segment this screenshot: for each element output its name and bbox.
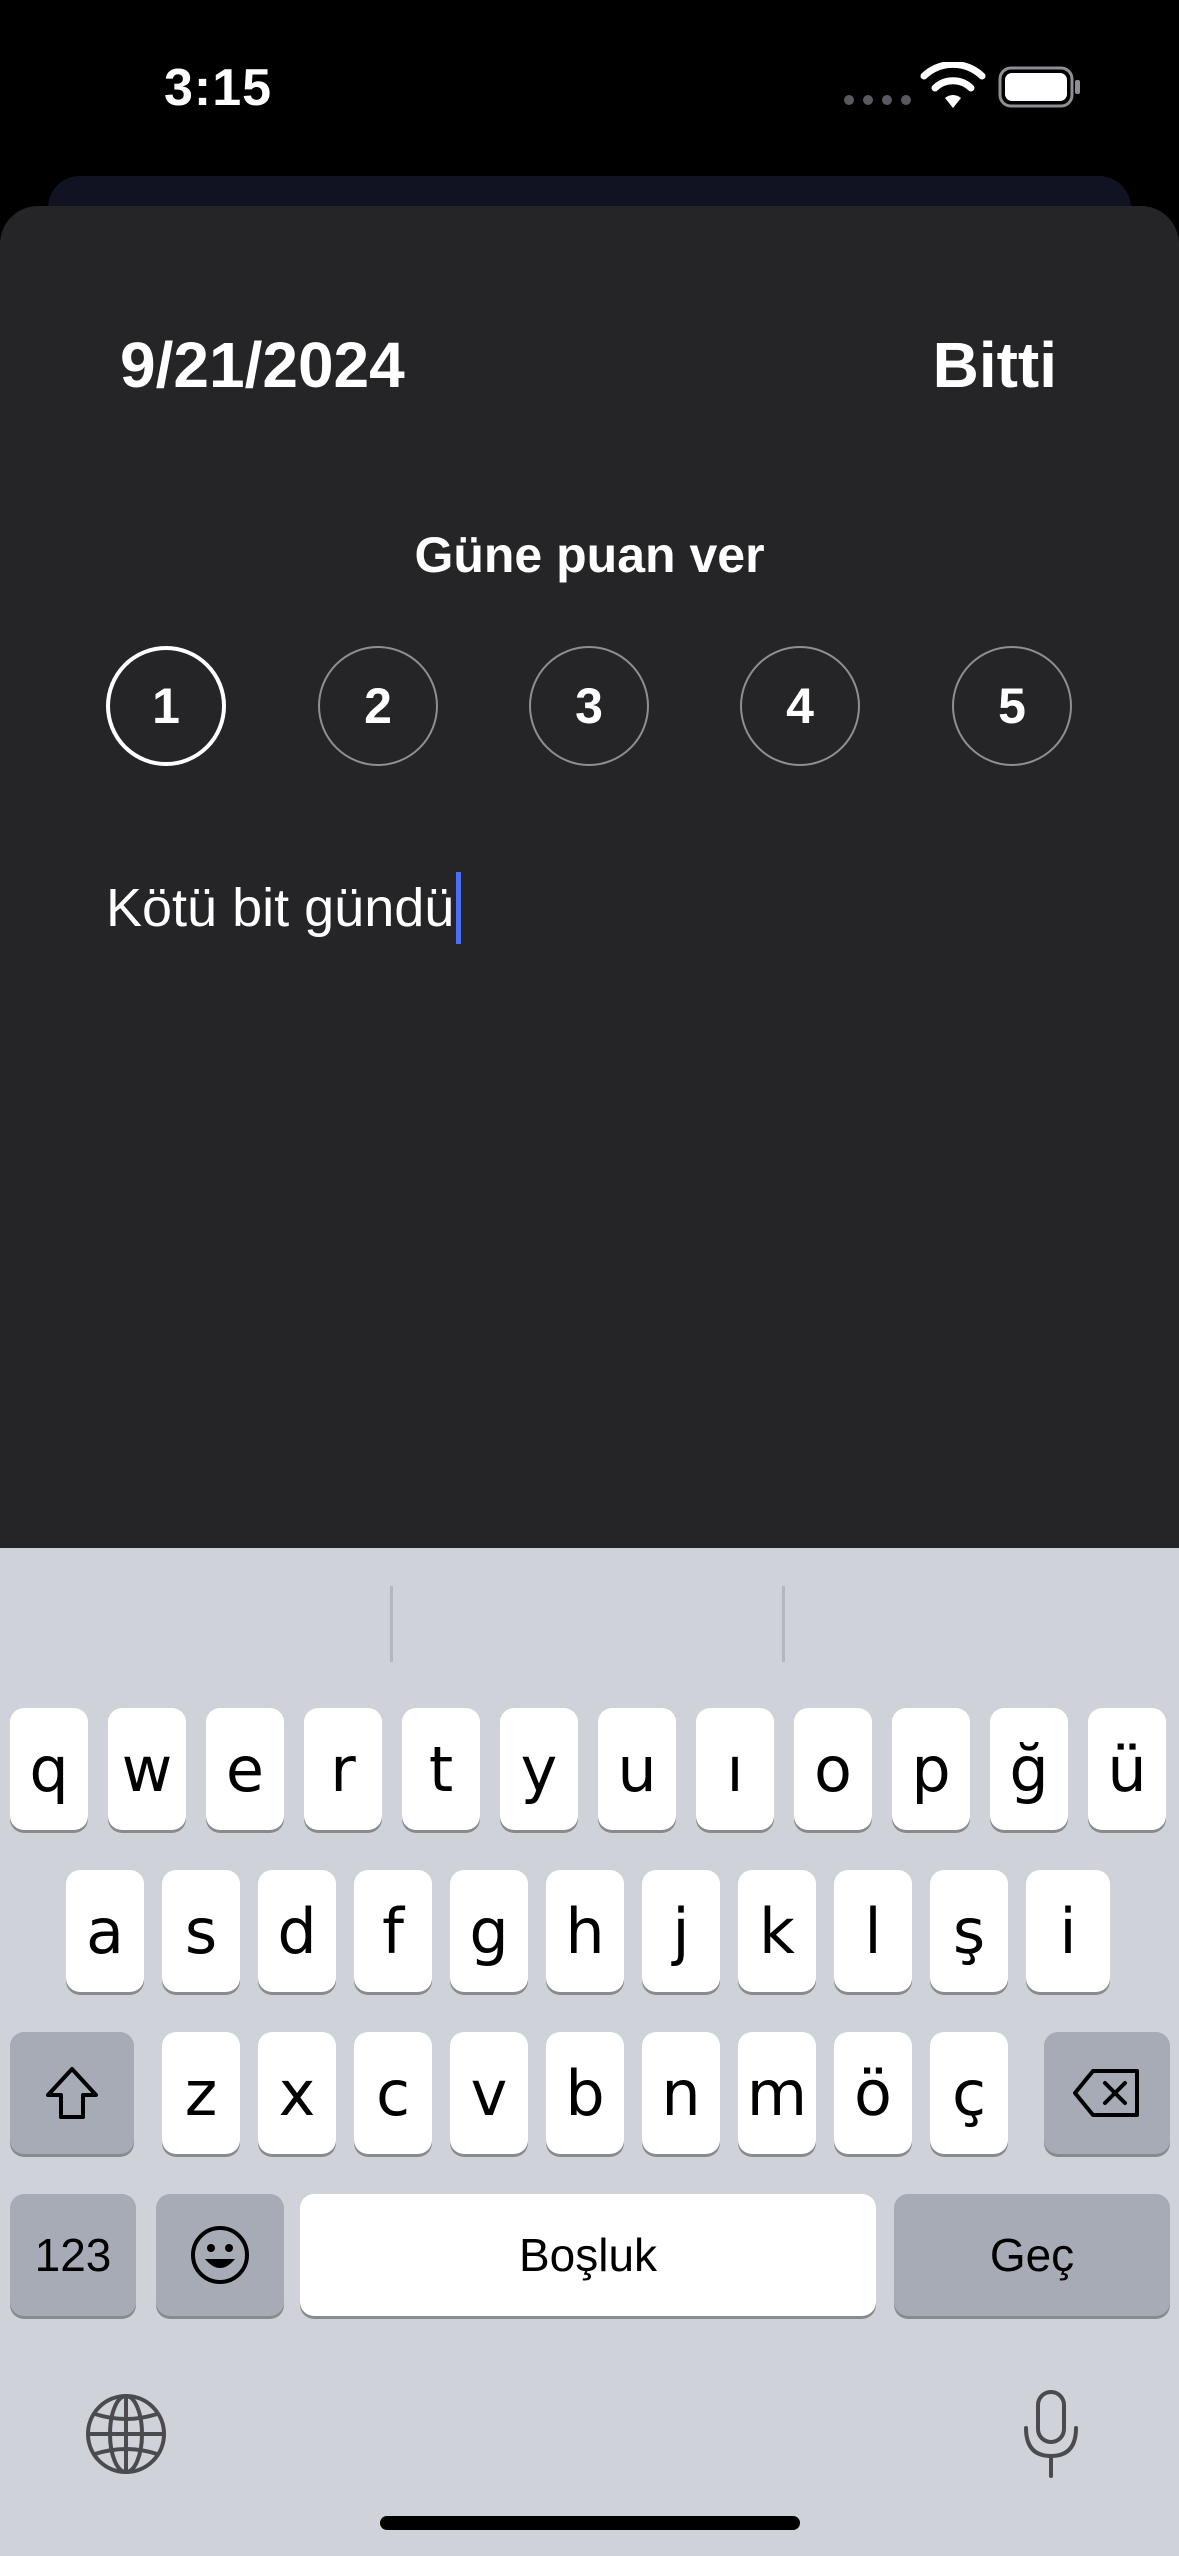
key-c-cedilla[interactable]: ç	[930, 2032, 1008, 2154]
backspace-icon	[1073, 2069, 1139, 2117]
key-g-breve[interactable]: ğ	[990, 1708, 1068, 1830]
rating-label: Güne puan ver	[414, 527, 765, 583]
text-caret	[456, 872, 462, 944]
key-k[interactable]: k	[738, 1870, 816, 1992]
key-w[interactable]: w	[108, 1708, 186, 1830]
key-i[interactable]: i	[1026, 1870, 1110, 1992]
done-button[interactable]: Bitti	[933, 328, 1057, 402]
cellular-signal-icon	[844, 95, 911, 105]
key-p[interactable]: p	[892, 1708, 970, 1830]
suggestion-divider	[782, 1586, 785, 1662]
shift-key[interactable]	[10, 2032, 134, 2154]
rating-option-4[interactable]: 4	[740, 646, 860, 766]
key-h[interactable]: h	[546, 1870, 624, 1992]
rating-option-5[interactable]: 5	[952, 646, 1072, 766]
return-key[interactable]: Geç	[894, 2194, 1170, 2316]
key-u-umlaut[interactable]: ü	[1088, 1708, 1166, 1830]
numbers-key[interactable]: 123	[10, 2194, 136, 2316]
wifi-icon	[920, 62, 986, 108]
key-q[interactable]: q	[10, 1708, 88, 1830]
shift-icon	[46, 2067, 98, 2119]
battery-icon	[998, 66, 1080, 108]
globe-icon[interactable]	[84, 2392, 168, 2476]
key-j[interactable]: j	[642, 1870, 720, 1992]
key-d[interactable]: d	[258, 1870, 336, 1992]
note-text-field[interactable]: Kötü bit gündü	[106, 872, 462, 944]
key-u[interactable]: u	[598, 1708, 676, 1830]
key-n[interactable]: n	[642, 2032, 720, 2154]
key-l[interactable]: l	[834, 1870, 912, 1992]
key-dotless-i[interactable]: ı	[696, 1708, 774, 1830]
rating-option-2[interactable]: 2	[318, 646, 438, 766]
status-time: 3:15	[164, 59, 273, 117]
key-a[interactable]: a	[66, 1870, 144, 1992]
emoji-icon	[191, 2226, 249, 2284]
rating-option-1[interactable]: 1	[106, 646, 226, 766]
key-c[interactable]: c	[354, 2032, 432, 2154]
key-r[interactable]: r	[304, 1708, 382, 1830]
microphone-icon[interactable]	[1016, 2388, 1086, 2480]
home-indicator	[380, 2516, 800, 2530]
key-z[interactable]: z	[162, 2032, 240, 2154]
key-f[interactable]: f	[354, 1870, 432, 1992]
key-t[interactable]: t	[402, 1708, 480, 1830]
key-b[interactable]: b	[546, 2032, 624, 2154]
suggestion-divider	[390, 1586, 393, 1662]
key-y[interactable]: y	[500, 1708, 578, 1830]
key-m[interactable]: m	[738, 2032, 816, 2154]
key-e[interactable]: e	[206, 1708, 284, 1830]
key-o-umlaut[interactable]: ö	[834, 2032, 912, 2154]
rating-option-3[interactable]: 3	[529, 646, 649, 766]
key-s-cedilla[interactable]: ş	[930, 1870, 1008, 1992]
key-g[interactable]: g	[450, 1870, 528, 1992]
note-text-value: Kötü bit gündü	[106, 878, 455, 938]
key-s[interactable]: s	[162, 1870, 240, 1992]
key-v[interactable]: v	[450, 2032, 528, 2154]
rating-selector: 1 2 3 4 5	[106, 646, 1072, 766]
key-o[interactable]: o	[794, 1708, 872, 1830]
backspace-key[interactable]	[1044, 2032, 1170, 2154]
emoji-key[interactable]	[156, 2194, 284, 2316]
space-key[interactable]: Boşluk	[300, 2194, 876, 2316]
page-title: 9/21/2024	[120, 329, 405, 401]
key-x[interactable]: x	[258, 2032, 336, 2154]
